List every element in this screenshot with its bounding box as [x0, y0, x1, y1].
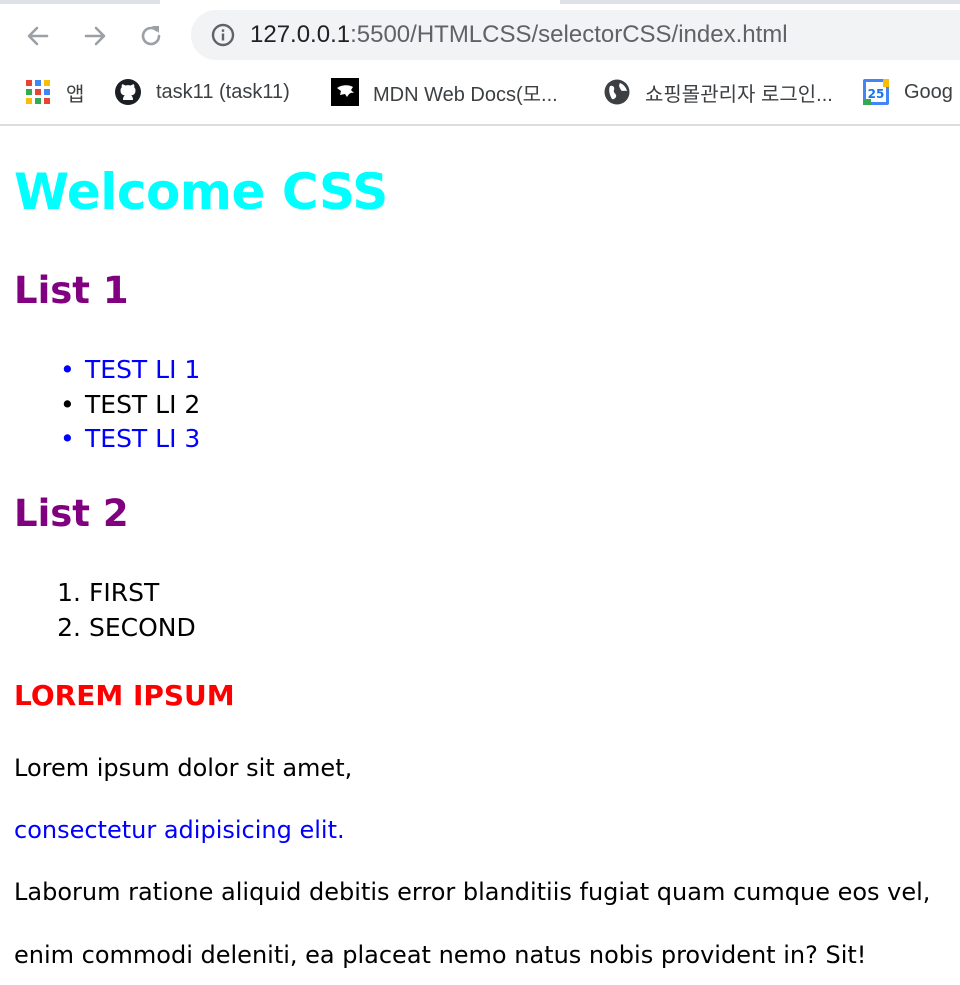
bookmark-mdn[interactable]: MDN Web Docs(모... — [331, 72, 558, 112]
bookmarks-bar: 앱 task11 (task11) MDN Web Docs(모... 쇼핑몰관… — [0, 72, 960, 126]
bookmark-shop-admin[interactable]: 쇼핑몰관리자 로그인... — [603, 72, 833, 112]
list-item: • TEST LI 1 — [60, 353, 200, 387]
ordered-list-item: 2. SECOND — [56, 611, 196, 645]
address-bar[interactable]: 127.0.0.1:5500/HTMLCSS/selectorCSS/index… — [191, 10, 960, 60]
bookmark-google-calendar[interactable]: 25 Goog — [862, 72, 953, 112]
bullet-icon: • — [60, 390, 75, 419]
list-item: • TEST LI 2 — [60, 388, 200, 422]
paragraph-highlight: consectetur adipisicing elit. — [14, 816, 345, 844]
page-content: Welcome CSS List 1 • TEST LI 1 • TEST LI 2… — [0, 126, 960, 985]
mdn-icon — [331, 78, 359, 106]
section-heading: LOREM IPSUM — [14, 679, 235, 712]
bookmark-label: MDN Web Docs(모... — [373, 83, 558, 106]
list-number: 2. — [57, 613, 81, 642]
list-item-text: TEST LI 1 — [85, 355, 201, 384]
globe-icon — [603, 78, 631, 106]
reload-button[interactable] — [133, 18, 169, 54]
forward-button[interactable] — [77, 18, 113, 54]
tab-strip-edge — [0, 0, 160, 4]
apps-grid-icon — [24, 78, 52, 106]
tab-strip-edge — [560, 0, 960, 4]
calendar-day: 25 — [868, 87, 885, 101]
bookmark-label: 쇼핑몰관리자 로그인... — [645, 83, 833, 106]
github-icon — [114, 78, 142, 106]
info-icon[interactable] — [211, 23, 235, 47]
list2-heading: List 2 — [14, 492, 129, 535]
paragraph: Lorem ipsum dolor sit amet, — [14, 754, 353, 782]
reload-icon — [141, 26, 161, 46]
paragraph: enim commodi deleniti, ea placeat nemo n… — [14, 941, 867, 969]
bookmark-github[interactable]: task11 (task11) — [114, 72, 290, 112]
bookmark-label: 앱 — [66, 83, 85, 106]
url-host: 127.0.0.1 — [250, 21, 351, 48]
google-calendar-icon: 25 — [862, 78, 890, 106]
bookmark-label: task11 (task11) — [156, 80, 290, 103]
arrow-left-icon — [27, 26, 49, 46]
list-item-text: TEST LI 2 — [85, 390, 201, 419]
browser-toolbar: 127.0.0.1:5500/HTMLCSS/selectorCSS/index… — [0, 0, 960, 72]
url-text[interactable]: 127.0.0.1:5500/HTMLCSS/selectorCSS/index… — [250, 21, 788, 49]
bookmark-apps[interactable]: 앱 — [24, 72, 84, 112]
ordered-list-item: 1. FIRST — [56, 576, 159, 610]
paragraph: Laborum ratione aliquid debitis error bl… — [14, 878, 931, 906]
bookmark-label: Goog — [904, 80, 953, 103]
list-item: • TEST LI 3 — [60, 422, 200, 456]
page-title: Welcome CSS — [14, 163, 388, 221]
bullet-icon: • — [60, 424, 75, 453]
arrow-right-icon — [84, 26, 106, 46]
url-path: :5500/HTMLCSS/selectorCSS/index.html — [350, 21, 788, 48]
list-item-text: FIRST — [88, 578, 160, 607]
bullet-icon: • — [60, 355, 75, 384]
list-item-text: SECOND — [88, 613, 196, 642]
list-number: 1. — [57, 578, 81, 607]
list-item-text: TEST LI 3 — [85, 424, 201, 453]
list1-heading: List 1 — [14, 269, 129, 312]
back-button[interactable] — [20, 18, 56, 54]
